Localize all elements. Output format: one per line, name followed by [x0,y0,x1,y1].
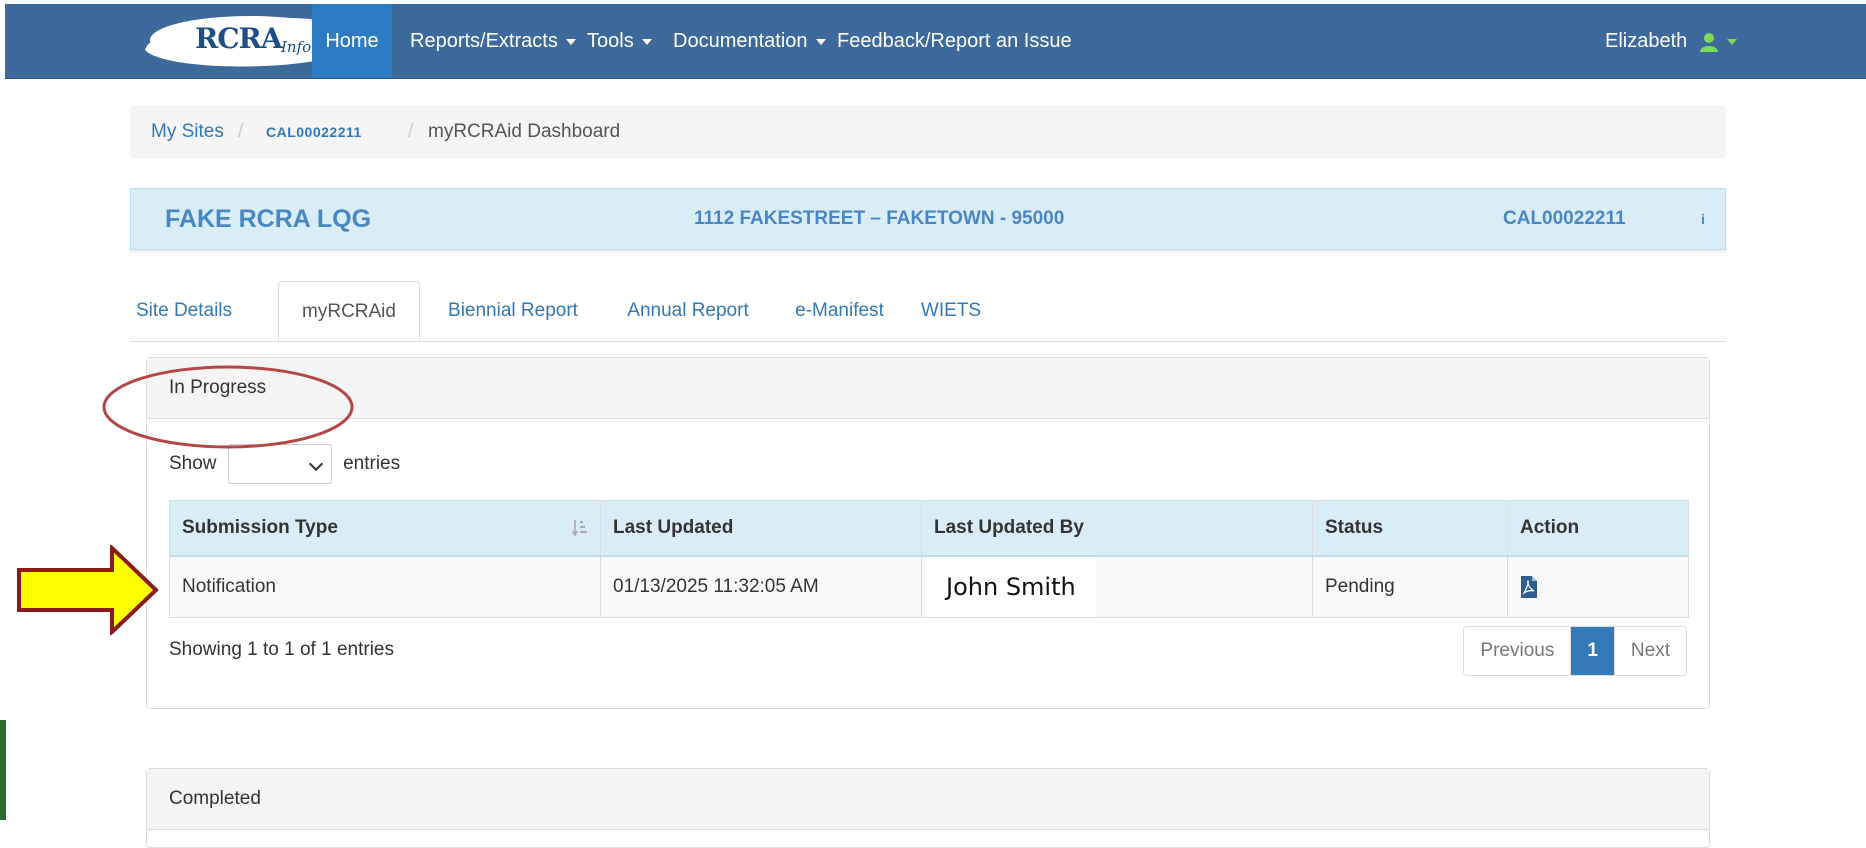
user-name: Elizabeth [1605,30,1688,52]
nav-documentation[interactable]: Documentation [673,4,826,78]
showing-entries-info: Showing 1 to 1 of 1 entries [169,639,394,660]
nav-tools[interactable]: Tools [587,4,652,78]
table-header-row: Submission Type Last Updated Last Update… [169,500,1689,557]
cell-action [1507,555,1689,618]
user-icon [1699,32,1718,52]
cell-last-updated: 01/13/2025 11:32:05 AM [600,555,922,618]
site-name: FAKE RCRA LQG [165,205,372,233]
table-row: Notification 01/13/2025 11:32:05 AM John… [169,555,1689,618]
pagination-page-1[interactable]: 1 [1570,627,1614,675]
pagination: Previous 1 Next [1463,626,1687,676]
chevron-down-icon [565,38,576,45]
user-menu[interactable]: Elizabeth [1605,4,1737,78]
show-label: Show [169,453,217,474]
col-status[interactable]: Status [1312,500,1508,557]
col-action[interactable]: Action [1507,500,1689,557]
tab-e-manifest[interactable]: e-Manifest [782,281,897,341]
tab-biennial-report[interactable]: Biennial Report [433,281,593,341]
col-submission-type-label: Submission Type [182,517,338,538]
nav-home-label: Home [325,30,379,52]
completed-panel: Completed [146,768,1710,848]
breadcrumb-separator: / [408,121,414,142]
nav-documentation-label: Documentation [673,30,808,52]
breadcrumb-my-sites[interactable]: My Sites [151,106,224,158]
info-icon[interactable]: i [1701,189,1705,249]
nav-feedback-label: Feedback/Report an Issue [837,30,1072,52]
in-progress-panel: In Progress Show entries Submission Type… [146,357,1710,709]
entries-label: entries [343,453,401,474]
tab-annual-report[interactable]: Annual Report [613,281,763,341]
tab-site-details[interactable]: Site Details [128,281,240,341]
nav-reports-label: Reports/Extracts [410,30,558,52]
annotation-arrow-icon [17,545,159,635]
tab-myrcraid[interactable]: myRCRAid [278,281,420,341]
cell-last-updated-by: John Smith [921,555,1313,618]
nav-reports-extracts[interactable]: Reports/Extracts [410,4,576,78]
breadcrumb-current: myRCRAid Dashboard [428,121,621,142]
entries-per-page-select[interactable] [227,443,332,484]
breadcrumb-site-id[interactable]: CAL00022211 [266,106,362,158]
col-last-updated[interactable]: Last Updated [600,500,922,557]
last-updated-by-name: John Smith [926,557,1096,617]
chevron-down-icon [1726,38,1737,45]
tab-wiets[interactable]: WIETS [915,281,987,341]
in-progress-heading: In Progress [147,358,1709,419]
col-submission-type[interactable]: Submission Type [169,500,601,557]
chevron-down-icon [641,38,652,45]
nav-tools-label: Tools [587,30,634,52]
breadcrumb: My Sites / CAL00022211 / myRCRAid Dashbo… [130,106,1726,158]
nav-feedback[interactable]: Feedback/Report an Issue [837,4,1072,78]
edge-decoration [0,720,6,820]
nav-home[interactable]: Home [312,4,392,78]
breadcrumb-separator: / [238,121,244,142]
pdf-icon[interactable] [1520,575,1538,599]
top-navbar: RCRA Info Home Reports/Extracts Tools Do… [5,4,1866,79]
logo-text: RCRA [195,22,283,55]
logo-subtext: Info [281,38,312,56]
site-banner: FAKE RCRA LQG 1112 FAKESTREET – FAKETOWN… [130,188,1726,250]
site-tabs: Site Details myRCRAid Biennial Report An… [130,281,1726,342]
pagination-previous[interactable]: Previous [1464,627,1570,675]
col-last-updated-by[interactable]: Last Updated By [921,500,1313,557]
cell-status: Pending [1312,555,1508,618]
site-id: CAL00022211 [1503,208,1626,229]
pagination-next[interactable]: Next [1613,627,1686,675]
chevron-down-icon [308,456,323,472]
show-entries-control: Show entries [169,442,400,486]
completed-heading: Completed [147,769,1709,830]
chevron-down-icon [815,38,826,45]
site-address: 1112 FAKESTREET – FAKETOWN - 95000 [694,208,1065,229]
in-progress-table: Submission Type Last Updated Last Update… [169,500,1689,618]
sort-icon [572,520,587,537]
cell-submission-type: Notification [169,555,601,618]
